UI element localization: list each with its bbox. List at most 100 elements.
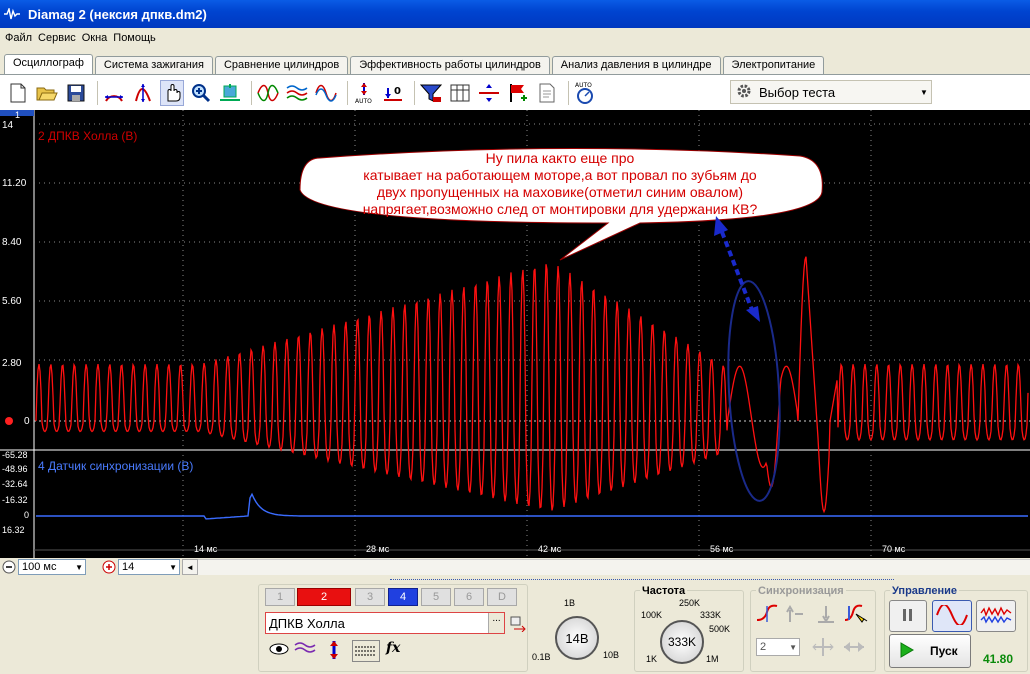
zoom-fit-icon[interactable] xyxy=(102,80,126,106)
channel-name-value: ДПКВ Холла xyxy=(269,615,345,631)
menu-service[interactable]: Сервис xyxy=(35,32,79,44)
sync-arrows-icon[interactable] xyxy=(842,638,866,659)
frequency-title: Частота xyxy=(640,585,688,597)
hand-pan-icon[interactable] xyxy=(160,79,184,106)
title-bar: Diamag 2 (нексия дпкв.dm2) xyxy=(0,0,1030,28)
x-tick: 14 мс xyxy=(194,544,218,554)
toolbar: AUTO 0 AUTO Выбор теста ▼ xyxy=(0,74,1030,110)
sync-level-down-icon[interactable] xyxy=(816,604,836,627)
table-icon[interactable] xyxy=(448,80,472,106)
waves-multi-icon[interactable] xyxy=(314,80,338,106)
annotation-line: напрягает,возможно след от монтировки дл… xyxy=(362,201,758,217)
scroll-left-button[interactable]: ◄ xyxy=(182,559,198,575)
tab-cylinder-efficiency[interactable]: Эффективность работы цилиндров xyxy=(350,56,550,74)
sync-title: Синхронизация xyxy=(756,585,846,597)
sine-wave-icon xyxy=(936,603,968,628)
offset-arrows-icon[interactable] xyxy=(324,640,352,663)
x-tick: 56 мс xyxy=(710,544,734,554)
scope-controls-strip: 100 мс ▼ 14 ▼ ◄ xyxy=(0,558,1030,576)
pause-button[interactable] xyxy=(889,600,927,632)
scale-knob-value: 14В xyxy=(565,630,589,646)
eye-icon[interactable] xyxy=(268,640,294,663)
frequency-knob[interactable]: 333K xyxy=(660,620,704,664)
y-tick: 0 xyxy=(24,416,30,427)
waveform-filter-icon[interactable] xyxy=(294,640,324,663)
marker-flag-icon[interactable] xyxy=(506,80,530,106)
svg-text:AUTO: AUTO xyxy=(575,82,592,89)
channel-button-d[interactable]: D xyxy=(487,588,517,606)
frequency-knob-value: 333K xyxy=(667,635,697,649)
channel-name-field[interactable]: ДПКВ Холла ... xyxy=(265,612,505,634)
tab-oscilloscope[interactable]: Осциллограф xyxy=(4,54,93,75)
sine-compare-icon[interactable] xyxy=(256,80,280,106)
channel-button-5[interactable]: 5 xyxy=(421,588,451,606)
annotation-arrow-line xyxy=(720,231,754,311)
channel-scale-value: 14 xyxy=(122,561,135,573)
zoom-icon[interactable] xyxy=(189,80,213,106)
channel2-trace xyxy=(35,256,1029,514)
annotation-line: двух пропущенных на маховике(отметил син… xyxy=(376,184,744,200)
swap-icon[interactable] xyxy=(510,616,526,635)
control-readout: 41.80 xyxy=(983,652,1014,666)
x-tick: 42 мс xyxy=(538,544,562,554)
menu-help[interactable]: Помощь xyxy=(110,32,159,44)
save-icon[interactable] xyxy=(64,80,88,106)
channel-scale-select[interactable]: 14 ▼ xyxy=(118,559,180,575)
menu-bar: Файл Сервис Окна Помощь xyxy=(0,28,1030,48)
browse-button[interactable]: ... xyxy=(488,613,504,633)
test-select[interactable]: Выбор теста ▼ xyxy=(730,80,932,104)
sync-position-icon[interactable] xyxy=(812,636,834,661)
panel-splitter[interactable] xyxy=(390,576,894,580)
new-file-icon[interactable] xyxy=(6,80,30,106)
sync-auto-icon[interactable] xyxy=(844,604,868,629)
tab-cylinder-compare[interactable]: Сравнение цилиндров xyxy=(214,56,349,74)
open-folder-icon[interactable] xyxy=(35,80,59,106)
notes-icon[interactable] xyxy=(535,80,559,106)
control-title: Управление xyxy=(890,585,960,597)
tab-ignition[interactable]: Система зажигания xyxy=(94,56,213,74)
grid-lines-icon[interactable] xyxy=(352,640,380,662)
cursor-icon[interactable] xyxy=(477,80,501,106)
auto-meter-icon[interactable]: AUTO xyxy=(573,80,597,106)
toolbar-separator xyxy=(97,80,98,105)
y-tick: 11.20 xyxy=(2,178,27,189)
multi-wave-mode-button[interactable] xyxy=(976,600,1016,632)
app-icon xyxy=(4,7,22,21)
horizontal-scrollbar[interactable] xyxy=(198,559,1030,575)
sync-rise-icon[interactable] xyxy=(756,604,778,627)
sync-channel-select[interactable]: 2 ▼ xyxy=(756,638,800,656)
oscilloscope-area[interactable]: 2 ДПКВ Холла (В) 4 Датчик синхронизации … xyxy=(0,110,1030,558)
start-button[interactable]: Пуск xyxy=(889,634,971,668)
single-wave-mode-button[interactable] xyxy=(932,600,972,632)
toolbar-separator xyxy=(347,80,348,105)
auto-scale-icon[interactable]: AUTO xyxy=(352,80,376,106)
play-icon xyxy=(900,641,914,661)
zero-offset-icon[interactable]: 0 xyxy=(381,80,405,106)
channel-button-2[interactable]: 2 xyxy=(297,588,351,606)
channel-button-6[interactable]: 6 xyxy=(454,588,484,606)
zoom-in-icon[interactable] xyxy=(102,560,116,574)
toolbar-separator xyxy=(414,80,415,105)
math-function-icon[interactable]: fx xyxy=(386,640,414,663)
channel-button-1[interactable]: 1 xyxy=(265,588,295,606)
channel-button-3[interactable]: 3 xyxy=(355,588,385,606)
menu-file[interactable]: Файл xyxy=(2,32,35,44)
tab-power-supply[interactable]: Электропитание xyxy=(722,56,825,74)
freq-label: 500K xyxy=(709,624,731,634)
pause-icon xyxy=(901,607,915,626)
channel2-zero-marker xyxy=(5,417,13,425)
menu-windows[interactable]: Окна xyxy=(79,32,111,44)
freq-label: 1M xyxy=(706,654,719,664)
zoom-out-icon[interactable] xyxy=(2,560,16,574)
freq-label: 250K xyxy=(679,598,701,608)
auto-fit-icon[interactable] xyxy=(218,80,242,106)
vertical-scale-icon[interactable] xyxy=(131,80,155,106)
tab-pressure-analysis[interactable]: Анализ давления в цилиндре xyxy=(551,56,721,74)
timebase-select[interactable]: 100 мс ▼ xyxy=(18,559,86,575)
filter-icon[interactable] xyxy=(419,80,443,106)
waves-icon[interactable] xyxy=(285,80,309,106)
channel-button-4[interactable]: 4 xyxy=(388,588,418,606)
y-tick: 8.40 xyxy=(2,237,22,248)
sync-level-up-icon[interactable] xyxy=(786,604,806,627)
scale-knob[interactable]: 14В xyxy=(555,616,599,660)
